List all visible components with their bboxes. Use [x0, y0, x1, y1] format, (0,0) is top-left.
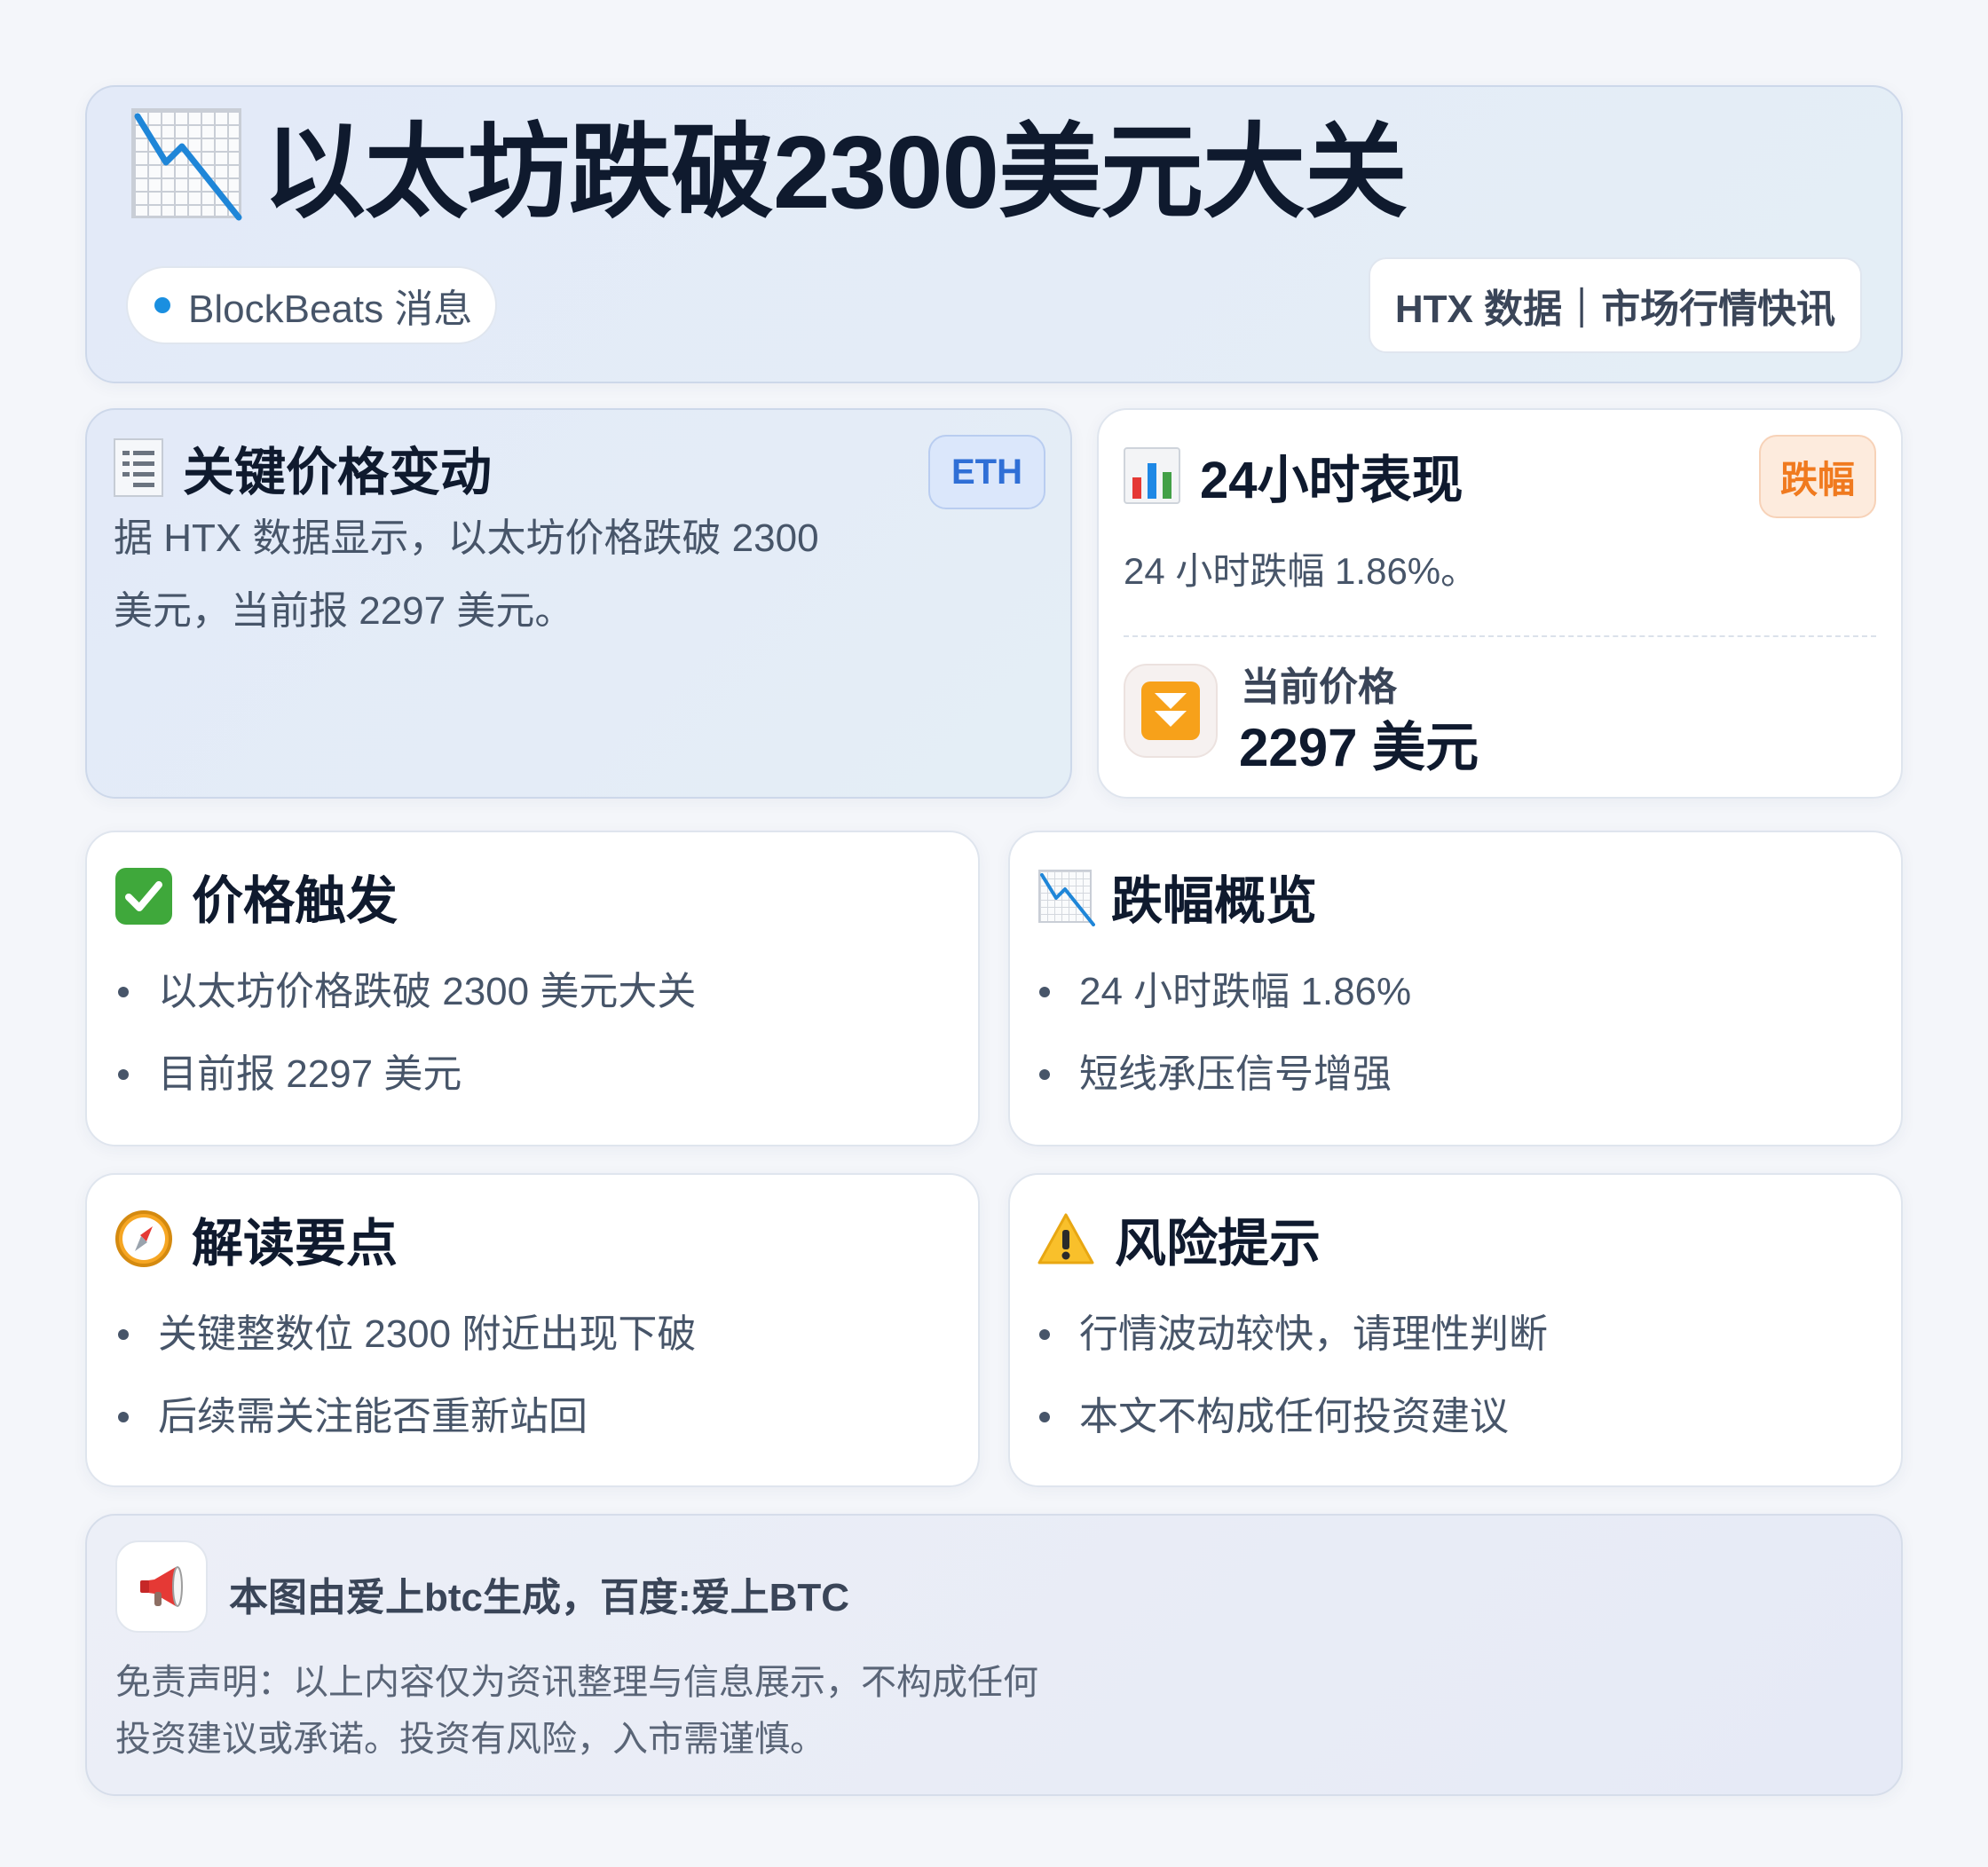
- price-icon-box: [1124, 664, 1218, 758]
- data-source-label: HTX 数据｜市场行情快讯: [1394, 288, 1836, 331]
- disclaimer-line-2: 投资建议或承诺。投资有风险，入市需谨慎。: [115, 1720, 825, 1759]
- page: 以太坊跌破2300美元大关 BlockBeats 消息 HTX 数据｜市场行情快…: [0, 0, 1988, 1867]
- trigger-title: 价格触发: [192, 872, 398, 930]
- list-item: 短线承压信号增强: [1035, 1043, 1411, 1125]
- eth-badge: ETH: [928, 435, 1045, 509]
- drop-overview-title: 跌幅概览: [1111, 872, 1318, 930]
- chart-decreasing-icon: [131, 108, 242, 221]
- list-item: 后续需关注能否重新站回: [114, 1385, 696, 1468]
- disclaimer-line-1: 免责声明：以上内容仅为资讯整理与信息展示，不构成任何: [115, 1663, 1038, 1702]
- page-title-row: 以太坊跌破2300美元大关: [131, 85, 1408, 241]
- risk-header: 风险提示: [1037, 1207, 1321, 1272]
- trigger-header: 价格触发: [115, 864, 398, 930]
- trigger-list: 以太坊价格跌破 2300 美元大关 目前报 2297 美元: [114, 960, 696, 1125]
- receipt-icon: [114, 438, 163, 497]
- key-change-header: 关键价格变动: [114, 438, 492, 501]
- key-change-body: 据 HTX 数据显示，以太坊价格跌破 2300 美元，当前报 2297 美元。: [114, 502, 819, 648]
- source-pill: BlockBeats 消息: [126, 266, 497, 344]
- drop-badge: 跌幅: [1759, 435, 1876, 518]
- drop-overview-header: 跌幅概览: [1038, 864, 1317, 930]
- footer-icon-box: [115, 1540, 208, 1633]
- performance-divider: [1124, 635, 1876, 637]
- check-mark-icon: [115, 868, 172, 925]
- page-title: 以太坊跌破2300美元大关: [263, 114, 1408, 230]
- source-dot-icon: [154, 297, 170, 313]
- interpretation-header: 解读要点: [115, 1207, 398, 1272]
- footer-disclaimer: 免责声明：以上内容仅为资讯整理与信息展示，不构成任何 投资建议或承诺。投资有风险…: [115, 1654, 1038, 1768]
- price-value: 2297 美元: [1239, 718, 1479, 777]
- performance-header: 24小时表现: [1124, 444, 1463, 509]
- list-item: 行情波动较快，请理性判断: [1035, 1303, 1548, 1385]
- performance-title: 24小时表现: [1200, 452, 1463, 509]
- key-change-line-2: 美元，当前报 2297 美元。: [114, 589, 574, 633]
- data-source-pill: HTX 数据｜市场行情快讯: [1369, 257, 1862, 353]
- bar-chart-icon: [1124, 447, 1180, 504]
- fast-down-arrow-icon: [1141, 681, 1200, 740]
- risk-title: 风险提示: [1115, 1215, 1321, 1272]
- interpretation-list: 关键整数位 2300 附近出现下破 后续需关注能否重新站回: [114, 1303, 696, 1468]
- performance-summary: 24 小时跌幅 1.86%。: [1124, 550, 1479, 592]
- warning-icon: [1037, 1212, 1095, 1265]
- price-label: 当前价格: [1241, 666, 1397, 709]
- source-label: BlockBeats 消息: [188, 288, 473, 331]
- compass-icon: [115, 1210, 172, 1267]
- list-item: 本文不构成任何投资建议: [1035, 1385, 1548, 1468]
- footer-credit: 本图由爱上btc生成，百度:爱上BTC: [229, 1576, 850, 1619]
- list-item: 关键整数位 2300 附近出现下破: [114, 1303, 696, 1385]
- interpretation-title: 解读要点: [192, 1215, 398, 1272]
- key-change-line-1: 据 HTX 数据显示，以太坊价格跌破 2300: [114, 516, 819, 560]
- chart-decreasing-icon: [1038, 870, 1095, 926]
- risk-list: 行情波动较快，请理性判断 本文不构成任何投资建议: [1035, 1303, 1548, 1468]
- list-item: 24 小时跌幅 1.86%: [1035, 960, 1411, 1043]
- list-item: 以太坊价格跌破 2300 美元大关: [114, 960, 696, 1043]
- key-change-title: 关键价格变动: [183, 444, 493, 501]
- drop-overview-list: 24 小时跌幅 1.86% 短线承压信号增强: [1035, 960, 1411, 1125]
- list-item: 目前报 2297 美元: [114, 1043, 696, 1125]
- megaphone-icon: [137, 1562, 186, 1611]
